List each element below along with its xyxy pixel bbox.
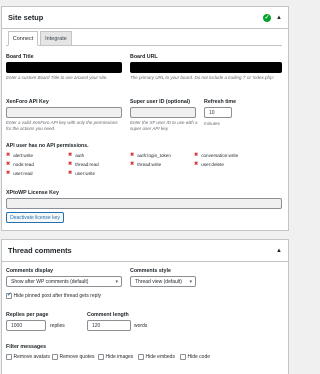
board-url-help: The primary URL to your board. Do not in… (130, 75, 275, 80)
super-user-input[interactable] (130, 107, 196, 118)
license-key-input[interactable] (6, 198, 282, 209)
refresh-time-label: Refresh time (204, 99, 237, 105)
hide-pinned-checkbox[interactable] (6, 292, 12, 299)
filter-hide-embeds[interactable]: Hide embeds (138, 354, 175, 360)
comments-style-select[interactable]: Thread view (default) ▾ (130, 276, 196, 287)
permission-item: ✖ alert:write (6, 152, 34, 158)
permission-item: ✖ user:write (68, 170, 96, 176)
checkbox[interactable] (98, 354, 104, 360)
permission-item: ✖ auth (68, 152, 85, 158)
board-title-help: Enter a custom Board Title to use around… (6, 75, 108, 80)
refresh-time-input[interactable]: 10 (204, 107, 232, 118)
super-user-label: Super user ID (optional) (130, 99, 191, 105)
license-key-label: XPtoWP License Key (6, 190, 59, 196)
filter-remove-quotes[interactable]: Remove quotes (52, 354, 95, 360)
x-icon: ✖ (194, 161, 199, 167)
thread-comments-title: Thread comments (8, 246, 72, 255)
board-title-input[interactable] (6, 62, 122, 73)
permission-item: ✖ conversation:write (194, 152, 239, 158)
replies-per-page-input[interactable]: 1000 (6, 320, 46, 331)
tab-connect[interactable]: Connect (8, 31, 38, 46)
checkbox[interactable] (52, 354, 58, 360)
comment-length-input[interactable]: 120 (87, 320, 131, 331)
replies-suffix: replies (50, 323, 65, 329)
x-icon: ✖ (130, 152, 135, 158)
filter-remove-avatars[interactable]: Remove avatars (6, 354, 50, 360)
thread-comments-header[interactable]: Thread comments ▲ (2, 240, 288, 262)
permission-item: ✖ thread:write (130, 161, 162, 167)
chevron-down-icon: ▾ (189, 278, 192, 285)
x-icon: ✖ (6, 170, 11, 176)
collapse-caret-icon[interactable]: ▲ (276, 15, 282, 21)
x-icon: ✖ (68, 170, 73, 176)
comments-display-select[interactable]: Show after WP comments (default) ▾ (6, 276, 122, 287)
x-icon: ✖ (6, 161, 11, 167)
board-url-label: Board URL (130, 54, 158, 60)
permission-item: ✖ node:read (6, 161, 34, 167)
checkbox[interactable] (6, 354, 12, 360)
checkbox[interactable] (138, 354, 144, 360)
api-key-help: Enter a valid XenForo API key with only … (6, 120, 118, 132)
deactivate-license-button[interactable]: Deactivate license key (6, 212, 64, 223)
comments-display-label: Comments display (6, 268, 54, 274)
permission-item: ✖ user:delete (194, 161, 224, 167)
no-permissions-notice: API user has no API permissions. (6, 143, 89, 149)
check-icon: ✓ (263, 13, 272, 22)
site-setup-title: Site setup (8, 13, 44, 22)
board-title-label: Board Title (6, 54, 34, 60)
api-key-label: XenForo API Key (6, 99, 49, 105)
board-url-input[interactable] (130, 62, 282, 73)
words-suffix: words (134, 323, 148, 329)
permission-item: ✖ user:read (6, 170, 33, 176)
x-icon: ✖ (68, 161, 73, 167)
super-user-help: Enter the XF user ID to use with a super… (130, 120, 198, 132)
site-setup-header[interactable]: Site setup ✓ ▲ (2, 7, 288, 29)
hide-pinned-checkbox-row[interactable]: Hide pinned post after thread gets reply (6, 292, 101, 299)
comments-style-label: Comments style (130, 268, 171, 274)
refresh-time-unit: minutes (204, 121, 220, 126)
replies-per-page-label: Replies per page (6, 312, 49, 318)
tab-divider (6, 45, 282, 46)
x-icon: ✖ (68, 152, 73, 158)
filter-hide-code[interactable]: Hide code (180, 354, 210, 360)
comment-length-label: Comment length (87, 312, 129, 318)
filter-hide-images[interactable]: Hide images (98, 354, 133, 360)
permission-item: ✖ thread:read (68, 161, 99, 167)
api-key-input[interactable] (6, 107, 122, 118)
x-icon: ✖ (194, 152, 199, 158)
x-icon: ✖ (6, 152, 11, 158)
x-icon: ✖ (130, 161, 135, 167)
permission-item: ✖ auth:login_token (130, 152, 171, 158)
chevron-down-icon: ▾ (115, 278, 118, 285)
filter-messages-label: Filter messages (6, 344, 47, 350)
tab-integrate[interactable]: Integrate (40, 31, 72, 46)
collapse-caret-icon[interactable]: ▲ (276, 248, 282, 254)
checkbox[interactable] (180, 354, 186, 360)
